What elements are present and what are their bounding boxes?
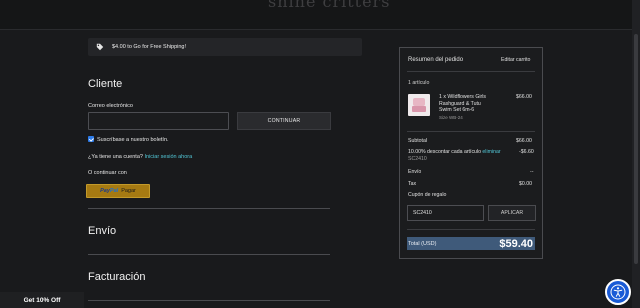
- product-name-line-2: Rashguard & Tutu: [439, 100, 481, 107]
- divider: [88, 254, 330, 255]
- product-price: $66.00: [516, 94, 532, 100]
- order-summary: Resumen del pedido Editar carrito 1 artí…: [399, 47, 543, 259]
- paypal-action-label: Pagar: [121, 188, 136, 194]
- accessibility-icon: [610, 284, 626, 300]
- total-label: Total (USD): [408, 240, 437, 247]
- email-field[interactable]: [88, 112, 229, 130]
- page-scrollbar[interactable]: [632, 0, 640, 308]
- product-name-line-3: Swim Set 6m-6: [439, 107, 475, 114]
- discount-label: 10.00% descontar cada artículo: [408, 149, 481, 155]
- promo-tab[interactable]: Get 10% Off: [0, 292, 84, 308]
- product-name-line-1: 1 x Wildflowers Girls: [439, 94, 486, 100]
- total-value: $59.40: [499, 237, 533, 250]
- product-size: Size WB-24: [439, 115, 463, 120]
- paypal-logo-pay: Pay: [100, 188, 110, 194]
- tax-label: Tax: [408, 181, 417, 187]
- item-count: 1 artículo: [408, 80, 430, 86]
- discount-code: SC2410: [408, 156, 427, 162]
- subscribe-label: Suscríbase a nuestro boletín.: [97, 137, 169, 143]
- divider: [88, 208, 330, 209]
- summary-title: Resumen del pedido: [408, 57, 464, 63]
- free-shipping-text: $4.00 to Go for Free Shipping!: [112, 44, 186, 50]
- free-shipping-banner: $4.00 to Go for Free Shipping!: [88, 38, 362, 56]
- subscribe-checkbox[interactable]: [88, 136, 94, 142]
- paypal-logo-pal: Pal: [109, 188, 119, 194]
- customer-section-title: Cliente: [88, 78, 123, 90]
- shipping-label: Envío: [408, 169, 422, 175]
- divider: [407, 71, 535, 72]
- discount-remove-link[interactable]: eliminar: [482, 149, 500, 155]
- tag-icon: [96, 43, 104, 51]
- coupon-input-value: SC2410: [413, 210, 432, 216]
- divider: [407, 229, 535, 230]
- apply-coupon-button[interactable]: APLICAR: [488, 205, 536, 221]
- divider: [88, 300, 330, 301]
- subtotal-label: Subtotal: [408, 138, 428, 144]
- tax-value: $0.00: [519, 181, 532, 187]
- gift-coupon-link[interactable]: Cupón de regalo: [408, 192, 446, 198]
- top-header: shine critters: [0, 0, 632, 30]
- store-logo[interactable]: shine critters: [268, 0, 390, 11]
- scrollbar-thumb[interactable]: [634, 34, 638, 264]
- account-prompt-text: ¿Ya tiene una cuenta?: [88, 154, 143, 160]
- subtotal-value: $66.00: [516, 138, 532, 144]
- email-label: Correo electrónico: [88, 103, 133, 109]
- shipping-section-title[interactable]: Envío: [88, 225, 116, 237]
- signin-link[interactable]: Iniciar sesión ahora: [144, 154, 192, 160]
- billing-section-title[interactable]: Facturación: [88, 271, 145, 283]
- continue-button[interactable]: CONTINUAR: [237, 112, 331, 130]
- shipping-value: --: [530, 169, 534, 175]
- or-continue-label: O continuar con: [88, 170, 127, 176]
- paypal-button[interactable]: Pay Pal Pagar: [86, 184, 150, 198]
- edit-cart-link[interactable]: Editar carrito: [501, 57, 530, 63]
- accessibility-button[interactable]: [605, 279, 631, 305]
- product-name: 1 x Wildflowers Girls Rashguard & Tutu S…: [439, 94, 486, 114]
- coupon-input[interactable]: SC2410: [407, 205, 484, 221]
- account-prompt: ¿Ya tiene una cuenta? Iniciar sesión aho…: [88, 154, 192, 160]
- order-total: Total (USD) $59.40: [407, 237, 535, 250]
- discount-value: -$6.60: [519, 149, 534, 155]
- divider: [407, 131, 535, 132]
- discount-row: 10.00% descontar cada artículo eliminar: [408, 149, 501, 155]
- product-thumbnail: [408, 94, 430, 116]
